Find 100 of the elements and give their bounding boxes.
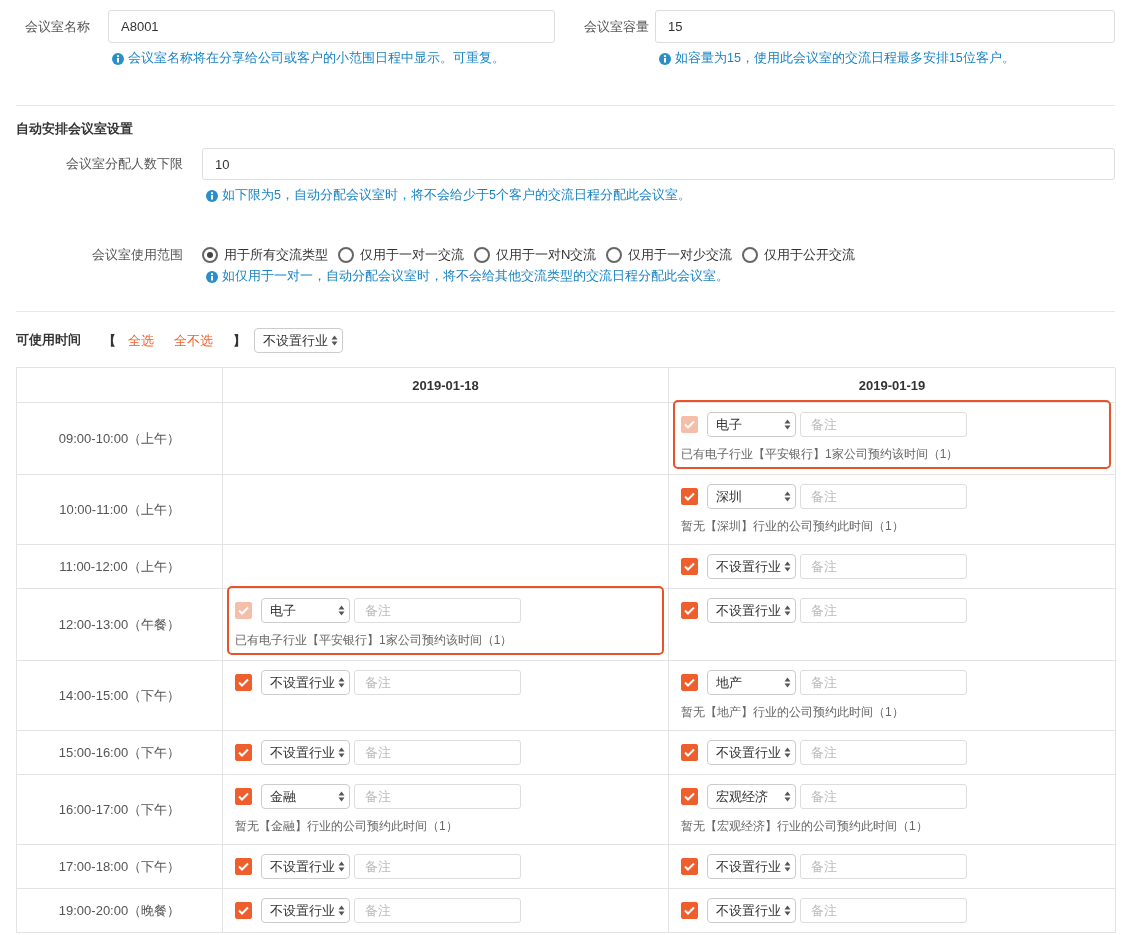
note-field[interactable]: 备注 bbox=[354, 854, 521, 879]
checkbox[interactable] bbox=[235, 858, 252, 875]
industry-select[interactable]: 深圳 bbox=[707, 484, 796, 509]
note-field[interactable]: 备注 bbox=[354, 670, 521, 695]
field-label: 会议室分配人数下限 bbox=[65, 155, 184, 173]
industry-select[interactable]: 不设置行业 bbox=[707, 854, 796, 879]
radio-option[interactable]: 仅用于一对N交流 bbox=[474, 246, 597, 264]
updown-caret-icon bbox=[331, 335, 338, 346]
checkmark-icon bbox=[684, 748, 695, 757]
help-text: 如容量为15，使用此会议室的交流日程最多安排15位客户。 bbox=[675, 50, 1015, 67]
checkbox[interactable] bbox=[681, 674, 698, 691]
checkmark-icon bbox=[238, 862, 249, 871]
checkmark-icon bbox=[238, 906, 249, 915]
updown-caret-icon bbox=[784, 791, 791, 802]
column-header: 2019-01-19 bbox=[669, 368, 1116, 403]
help-text: 会议室名称将在分享给公司或客户的小范围日程中显示。可重复。 bbox=[128, 50, 505, 67]
radio-label: 仅用于一对少交流 bbox=[628, 246, 733, 264]
radio-option[interactable]: 用于所有交流类型 bbox=[202, 246, 328, 264]
time-cell: 12:00-13:00（午餐） bbox=[17, 589, 223, 661]
radio-option[interactable]: 仅用于一对一交流 bbox=[338, 246, 464, 264]
note-field[interactable]: 备注 bbox=[800, 670, 967, 695]
industry-select[interactable]: 不设置行业 bbox=[261, 670, 350, 695]
note-field[interactable]: 备注 bbox=[800, 554, 967, 579]
note-field[interactable]: 备注 bbox=[354, 740, 521, 765]
checkbox[interactable] bbox=[681, 902, 698, 919]
time-cell: 11:00-12:00（上午） bbox=[17, 545, 223, 589]
time-cell: 15:00-16:00（下午） bbox=[17, 731, 223, 775]
help-text: 如仅用于一对一，自动分配会议室时，将不会给其他交流类型的交流日程分配此会议室。 bbox=[222, 268, 729, 285]
checkmark-icon bbox=[238, 678, 249, 687]
note-field[interactable]: 备注 bbox=[800, 598, 967, 623]
checkmark-icon bbox=[684, 678, 695, 687]
industry-select[interactable]: 宏观经济 bbox=[707, 784, 796, 809]
note-field[interactable]: 备注 bbox=[354, 898, 521, 923]
radio-label: 仅用于公开交流 bbox=[764, 246, 856, 264]
checkbox[interactable] bbox=[681, 602, 698, 619]
updown-caret-icon bbox=[784, 677, 791, 688]
industry-select[interactable]: 不设置行业 bbox=[261, 854, 350, 879]
time-cell: 19:00-20:00（晚餐） bbox=[17, 889, 223, 933]
field-label: 会议室容量 bbox=[583, 18, 650, 36]
note-field[interactable]: 备注 bbox=[800, 740, 967, 765]
industry-select[interactable]: 不设置行业 bbox=[707, 740, 796, 765]
radio-button[interactable] bbox=[474, 247, 490, 263]
slot-message: 已有电子行业【平安银行】1家公司预约该时间（1） bbox=[681, 446, 960, 463]
note-field[interactable]: 备注 bbox=[800, 784, 967, 809]
industry-select[interactable]: 不设置行业 bbox=[261, 740, 350, 765]
radio-label: 用于所有交流类型 bbox=[224, 246, 328, 264]
radio-button[interactable] bbox=[202, 247, 218, 263]
slot-message: 暂无【地产】行业的公司预约此时间（1） bbox=[681, 704, 905, 721]
note-field[interactable]: 备注 bbox=[800, 898, 967, 923]
checkbox[interactable] bbox=[235, 902, 252, 919]
info-icon bbox=[112, 52, 124, 65]
time-cell: 14:00-15:00（下午） bbox=[17, 661, 223, 731]
checkmark-icon bbox=[238, 606, 249, 615]
checkbox[interactable] bbox=[681, 858, 698, 875]
availability-label: 可使用时间 bbox=[16, 332, 81, 349]
note-field[interactable]: 备注 bbox=[800, 484, 967, 509]
checkbox[interactable] bbox=[681, 558, 698, 575]
updown-caret-icon bbox=[338, 791, 345, 802]
text-field[interactable]: A8001 bbox=[108, 10, 555, 43]
updown-caret-icon bbox=[784, 561, 791, 572]
updown-caret-icon bbox=[784, 491, 791, 502]
industry-select[interactable]: 不设置行业 bbox=[707, 554, 796, 579]
updown-caret-icon bbox=[784, 861, 791, 872]
checkbox[interactable] bbox=[681, 488, 698, 505]
time-cell: 16:00-17:00（下午） bbox=[17, 775, 223, 845]
radio-button[interactable] bbox=[606, 247, 623, 263]
checkbox[interactable] bbox=[235, 788, 252, 805]
checkbox[interactable] bbox=[235, 744, 252, 761]
text-field[interactable]: 10 bbox=[202, 148, 1115, 180]
checkbox[interactable] bbox=[235, 674, 252, 691]
updown-caret-icon bbox=[784, 905, 791, 916]
checkmark-icon bbox=[238, 792, 249, 801]
industry-select[interactable]: 地产 bbox=[707, 670, 796, 695]
radio-button[interactable] bbox=[338, 247, 354, 263]
updown-caret-icon bbox=[338, 605, 345, 616]
updown-caret-icon bbox=[784, 747, 791, 758]
industry-select[interactable]: 不设置行业 bbox=[254, 328, 343, 353]
time-cell: 10:00-11:00（上午） bbox=[17, 475, 223, 545]
text-field[interactable]: 15 bbox=[655, 10, 1115, 43]
time-cell: 17:00-18:00（下午） bbox=[17, 845, 223, 889]
checkmark-icon bbox=[684, 606, 695, 615]
slot-message: 暂无【宏观经济】行业的公司预约此时间（1） bbox=[681, 818, 929, 835]
note-field[interactable]: 备注 bbox=[354, 784, 521, 809]
industry-select[interactable]: 不设置行业 bbox=[261, 898, 350, 923]
industry-select[interactable]: 不设置行业 bbox=[707, 898, 796, 923]
radio-label: 仅用于一对N交流 bbox=[496, 246, 597, 264]
radio-button[interactable] bbox=[742, 247, 759, 263]
note-field[interactable]: 备注 bbox=[800, 854, 967, 879]
radio-option[interactable]: 仅用于一对少交流 bbox=[606, 246, 733, 264]
industry-select[interactable]: 金融 bbox=[261, 784, 350, 809]
bracket: 】 bbox=[233, 331, 246, 350]
radio-option[interactable]: 仅用于公开交流 bbox=[742, 246, 856, 264]
industry-select[interactable]: 不设置行业 bbox=[707, 598, 796, 623]
info-icon bbox=[659, 52, 671, 65]
field-label: 会议室名称 bbox=[24, 18, 91, 36]
bracket: 【 bbox=[103, 331, 116, 350]
slot-message: 已有电子行业【平安银行】1家公司预约该时间（1） bbox=[235, 632, 514, 649]
checkbox[interactable] bbox=[681, 744, 698, 761]
checkmark-icon bbox=[684, 906, 695, 915]
checkbox[interactable] bbox=[681, 788, 698, 805]
